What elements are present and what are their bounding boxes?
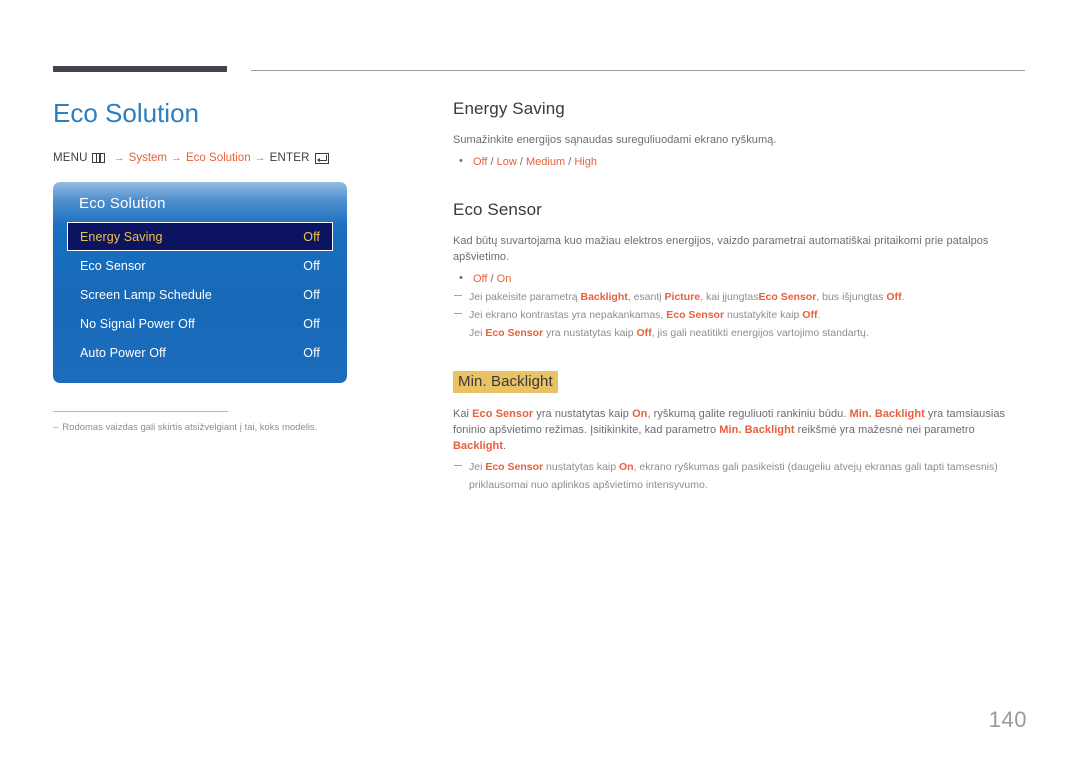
- note-term-on: On: [619, 461, 634, 473]
- menu-grid-icon: [91, 153, 105, 163]
- osd-row-label: Energy Saving: [80, 229, 163, 244]
- para-term-backlight: Backlight: [453, 440, 503, 452]
- footnote-divider: [53, 411, 228, 412]
- note-term-eco-sensor: Eco Sensor: [666, 309, 725, 321]
- option-high: High: [574, 156, 597, 168]
- osd-row-label: Screen Lamp Schedule: [80, 287, 212, 302]
- left-column: Eco Solution MENU → System → Eco Solutio…: [53, 96, 423, 434]
- note-text: , esantį: [627, 291, 665, 303]
- osd-row-label: No Signal Power Off: [80, 316, 195, 331]
- eco-sensor-note-3: Jei Eco Sensor yra nustatytas kaip Off, …: [453, 326, 1027, 341]
- eco-sensor-note-1: Jei pakeisite parametrą Backlight, esant…: [453, 290, 1027, 305]
- note-term-eco-sensor: Eco Sensor: [485, 327, 544, 339]
- min-backlight-note-2: priklausomai nuo aplinkos apšvietimo int…: [453, 478, 1027, 493]
- header-divider-line: [251, 70, 1025, 71]
- breadcrumb-arrow-2: →: [171, 152, 183, 164]
- section-heading-min-backlight-wrap: Min. Backlight: [453, 371, 1027, 393]
- note-text: nustatytas kaip: [543, 461, 619, 473]
- note-text: .: [901, 291, 905, 303]
- option-sep: /: [487, 156, 497, 168]
- note-text: , ekrano ryškumas gali pasikeisti (dauge…: [633, 461, 998, 473]
- note-term-backlight: Backlight: [580, 291, 628, 303]
- header-accent-bar: [53, 66, 227, 72]
- note-term-off: Off: [636, 327, 652, 339]
- section-heading-energy-saving: Energy Saving: [453, 99, 565, 118]
- note-text: , bus išjungtas: [816, 291, 887, 303]
- para-term-min-backlight: Min. Backlight: [849, 408, 925, 420]
- option-off: Off: [473, 156, 488, 168]
- para-term-min-backlight: Min. Backlight: [719, 424, 795, 436]
- para-term-eco-sensor: Eco Sensor: [472, 408, 534, 420]
- footnote: – Rodomas vaizdas gali skirtis atsižvelgi…: [53, 411, 353, 434]
- breadcrumb-arrow-1: →: [113, 152, 125, 164]
- osd-row-eco-sensor[interactable]: Eco Sensor Off: [67, 251, 333, 280]
- eco-sensor-options: Off / On: [453, 270, 1027, 287]
- para-text: .: [502, 440, 507, 452]
- osd-row-label: Eco Sensor: [80, 258, 146, 273]
- page-number: 140: [988, 707, 1027, 732]
- para-text: reikšmė yra mažesnė nei parametro: [794, 424, 975, 436]
- footnote-body: Rodomas vaizdas gali skirtis atsižvelgia…: [62, 422, 318, 433]
- osd-row-energy-saving[interactable]: Energy Saving Off: [67, 222, 333, 251]
- osd-row-value: Off: [303, 316, 320, 331]
- note-text: yra nustatytas kaip: [543, 327, 637, 339]
- breadcrumb-arrow-3: →: [254, 152, 266, 164]
- option-medium: Medium: [526, 156, 566, 168]
- note-text: , kai įjungtas: [700, 291, 759, 303]
- min-backlight-note-1: Jei Eco Sensor nustatytas kaip On, ekran…: [453, 460, 1027, 475]
- energy-saving-paragraph: Sumažinkite energijos sąnaudas sureguliu…: [453, 134, 777, 146]
- note-term-picture: Picture: [664, 291, 701, 303]
- note-text: Jei pakeisite parametrą: [469, 291, 581, 303]
- breadcrumb-item-eco-solution[interactable]: Eco Solution: [186, 152, 251, 164]
- para-text: , ryškumą galite reguliuoti rankiniu būd…: [647, 408, 850, 420]
- note-text: priklausomai nuo aplinkos apšvietimo int…: [469, 479, 708, 491]
- option-on: On: [496, 273, 512, 285]
- para-text: Kai: [453, 408, 473, 420]
- section-heading-min-backlight: Min. Backlight: [453, 371, 558, 393]
- note-text: Jei ekrano kontrastas yra nepakankamas,: [469, 309, 667, 321]
- header-rules: [0, 0, 1080, 80]
- note-text: Jei: [469, 327, 486, 339]
- breadcrumb: MENU → System → Eco Solution → ENTER: [53, 152, 423, 164]
- enter-return-icon: [314, 152, 329, 164]
- osd-row-no-signal-power-off[interactable]: No Signal Power Off Off: [67, 309, 333, 338]
- page-title: Eco Solution: [53, 98, 199, 128]
- note-text: Jei: [469, 461, 486, 473]
- note-text: .: [817, 309, 821, 321]
- footnote-text: – Rodomas vaizdas gali skirtis atsižvelgi…: [53, 421, 353, 434]
- eco-sensor-paragraph: Kad būtų suvartojama kuo mažiau elektros…: [453, 235, 989, 263]
- para-term-on: On: [632, 408, 648, 420]
- osd-row-value: Off: [303, 258, 320, 273]
- osd-panel-title: Eco Solution: [79, 195, 166, 212]
- note-term-off: Off: [886, 291, 902, 303]
- note-term-eco-sensor: Eco Sensor: [758, 291, 817, 303]
- breadcrumb-enter-label: ENTER: [269, 152, 310, 164]
- osd-row-value: Off: [303, 229, 320, 244]
- section-heading-eco-sensor: Eco Sensor: [453, 200, 542, 219]
- note-term-off: Off: [802, 309, 818, 321]
- osd-row-screen-lamp-schedule[interactable]: Screen Lamp Schedule Off: [67, 280, 333, 309]
- osd-row-label: Auto Power Off: [80, 345, 166, 360]
- osd-menu-panel: Eco Solution Energy Saving Off Eco Senso…: [53, 182, 347, 383]
- osd-row-auto-power-off[interactable]: Auto Power Off Off: [67, 338, 333, 367]
- option-off: Off: [473, 273, 488, 285]
- option-sep: /: [516, 156, 527, 168]
- breadcrumb-menu-label: MENU: [53, 152, 88, 164]
- option-sep: /: [487, 273, 497, 285]
- min-backlight-paragraph: Kai Eco Sensor yra nustatytas kaip On, r…: [453, 406, 1027, 454]
- note-term-eco-sensor: Eco Sensor: [485, 461, 544, 473]
- para-text: yra nustatytas kaip: [533, 408, 633, 420]
- osd-row-value: Off: [303, 345, 320, 360]
- option-sep: /: [565, 156, 575, 168]
- osd-row-value: Off: [303, 287, 320, 302]
- note-text: , jis gali neatitikti energijos vartojim…: [651, 327, 869, 339]
- note-text: nustatykite kaip: [724, 309, 803, 321]
- energy-saving-options: Off / Low / Medium / High: [453, 153, 1027, 170]
- option-low: Low: [496, 156, 517, 168]
- right-column: Energy Saving Sumažinkite energijos sąna…: [453, 99, 1027, 493]
- footnote-dash: –: [53, 422, 59, 433]
- breadcrumb-item-system[interactable]: System: [129, 152, 167, 164]
- eco-sensor-note-2: Jei ekrano kontrastas yra nepakankamas, …: [453, 308, 1027, 323]
